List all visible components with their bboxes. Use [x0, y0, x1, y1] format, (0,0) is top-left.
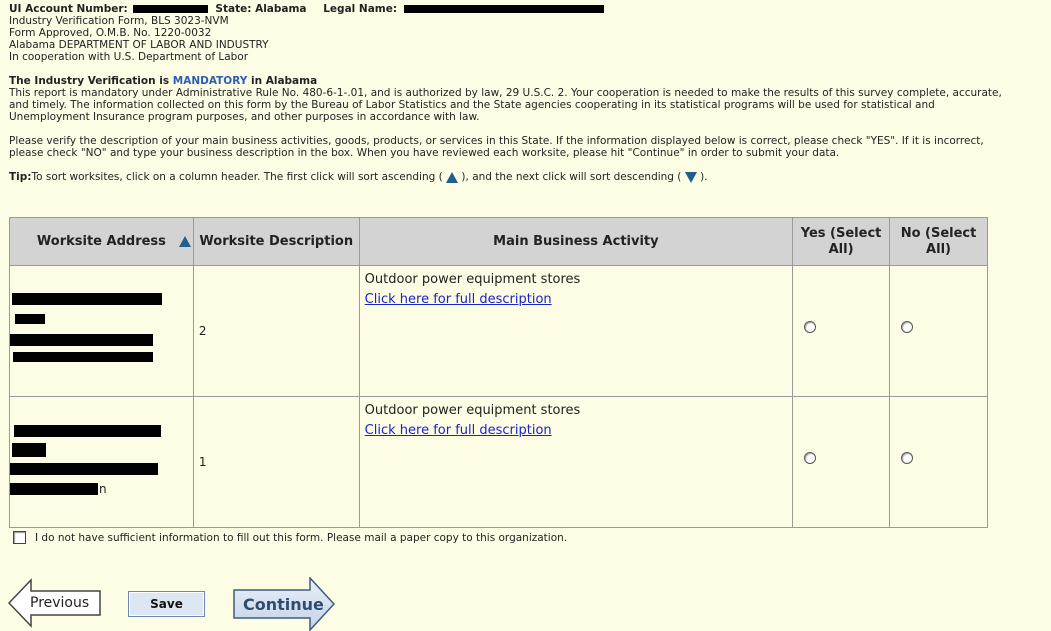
table-row: n 1 Outdoor power equipment stores Click… — [9, 396, 988, 528]
sort-tip: Tip: To sort worksites, click on a column… — [9, 171, 1009, 183]
sort-ascending-icon — [178, 236, 191, 247]
column-header-label: Worksite Description — [199, 233, 354, 249]
full-description-link[interactable]: Click here for full description — [365, 292, 552, 307]
redacted-address-line — [12, 443, 46, 457]
address-visible-text: n — [99, 482, 107, 496]
full-description-link[interactable]: Click here for full description — [365, 423, 552, 438]
table-row: 2 Outdoor power equipment stores Click h… — [9, 265, 988, 397]
previous-label: Previous — [30, 595, 90, 611]
redacted-address-line — [10, 463, 158, 475]
form-line: Alabama DEPARTMENT OF LABOR AND INDUSTRY — [9, 39, 269, 51]
form-line: In cooperation with U.S. Department of L… — [9, 51, 249, 63]
tip-text: To sort worksites, click on a column hea… — [31, 171, 447, 183]
state-label: State: Alabama — [215, 3, 307, 15]
redacted-address-line — [12, 293, 162, 305]
redacted-legal-name — [404, 5, 605, 13]
mandatory-notice-text: This report is mandatory under Administr… — [9, 87, 1002, 123]
tip-text: ). — [696, 171, 708, 183]
main-business-activity-cell: Outdoor power equipment stores Click her… — [358, 265, 794, 397]
redacted-address-line — [14, 425, 161, 437]
insufficient-info-row: I do not have sufficient information to … — [13, 531, 567, 544]
form-header: UI Account Number: State: Alabama Legal … — [9, 3, 1009, 63]
column-header-label: Yes (Select All) — [800, 225, 882, 257]
worksite-address-cell: n — [9, 396, 194, 528]
yes-cell — [792, 396, 891, 528]
redacted-address-line — [10, 483, 98, 495]
worksite-description-cell: 1 — [192, 396, 360, 528]
activity-text: Outdoor power equipment stores — [364, 272, 581, 287]
continue-button[interactable]: Continue — [233, 577, 336, 631]
yes-cell — [792, 265, 891, 397]
column-header-label: No (Select All) — [900, 225, 977, 257]
redacted-address-line — [13, 352, 153, 362]
yes-radio[interactable] — [804, 452, 817, 464]
tip-label: Tip: — [9, 171, 32, 183]
redacted-account-number — [133, 5, 209, 13]
no-select-all[interactable]: No (Select All) — [889, 217, 988, 266]
main-business-activity-cell: Outdoor power equipment stores Click her… — [358, 396, 794, 528]
mandatory-suffix: in Alabama — [247, 75, 318, 87]
no-cell — [889, 396, 988, 528]
tip-text: ), and the next click will sort descendi… — [458, 171, 685, 183]
worksite-description-cell: 2 — [192, 265, 360, 397]
verify-instructions: Please verify the description of your ma… — [9, 135, 984, 159]
industry-verification-page: UI Account Number: State: Alabama Legal … — [0, 0, 1051, 631]
worksite-table: Worksite Address Worksite Description Ma… — [9, 217, 988, 528]
mandatory-title: The Industry Verification is MANDATORY i… — [9, 75, 1009, 87]
redacted-address-line — [10, 334, 153, 346]
insufficient-info-label: I do not have sufficient information to … — [35, 531, 568, 544]
column-header-worksite-address[interactable]: Worksite Address — [9, 217, 194, 266]
yes-select-all[interactable]: Yes (Select All) — [792, 217, 891, 266]
column-header-label: Worksite Address — [36, 233, 166, 249]
continue-label: Continue — [243, 595, 324, 614]
mandatory-word: MANDATORY — [172, 75, 248, 87]
sort-ascending-icon — [446, 171, 459, 183]
no-radio[interactable] — [901, 321, 914, 333]
form-line: Form Approved, O.M.B. No. 1220-0032 — [9, 27, 212, 39]
worksite-address-cell — [9, 265, 194, 397]
column-header-worksite-description[interactable]: Worksite Description — [192, 217, 360, 266]
yes-radio[interactable] — [804, 321, 817, 333]
sort-descending-icon — [684, 171, 697, 183]
save-button[interactable]: Save — [128, 591, 205, 617]
activity-text: Outdoor power equipment stores — [364, 403, 581, 418]
no-radio[interactable] — [901, 452, 914, 464]
account-line: UI Account Number: State: Alabama Legal … — [9, 3, 1009, 15]
mandatory-prefix: The Industry Verification is — [9, 75, 173, 87]
ui-account-label: UI Account Number: — [9, 3, 128, 15]
redacted-address-line — [15, 314, 45, 324]
insufficient-info-checkbox[interactable] — [13, 531, 26, 544]
table-header-row: Worksite Address Worksite Description Ma… — [9, 217, 988, 266]
legal-name-label: Legal Name: — [323, 3, 398, 15]
no-cell — [889, 265, 988, 397]
previous-button[interactable]: Previous — [8, 578, 102, 628]
column-header-label: Main Business Activity — [493, 233, 659, 249]
column-header-main-business-activity[interactable]: Main Business Activity — [358, 217, 794, 266]
form-line: Industry Verification Form, BLS 3023-NVM — [9, 15, 229, 27]
